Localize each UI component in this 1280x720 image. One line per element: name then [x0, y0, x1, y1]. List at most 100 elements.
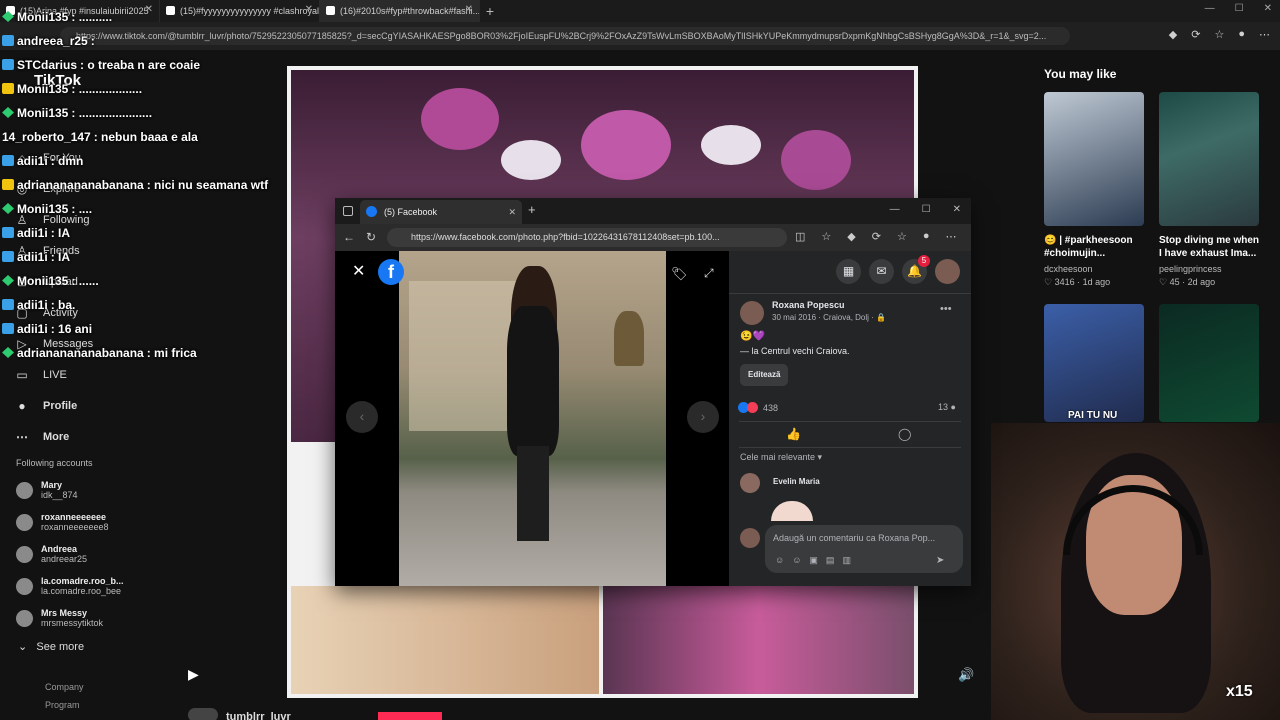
avatar[interactable] — [740, 301, 764, 325]
chevron-down-icon: ⌄ — [18, 641, 28, 653]
profile-icon[interactable]: ● — [923, 230, 930, 243]
card-author: dcxheesoon — [1044, 264, 1093, 274]
close-window-icon[interactable]: ✕ — [1264, 3, 1272, 14]
avatar — [188, 708, 218, 720]
back-icon[interactable]: ← — [343, 230, 355, 244]
minimize-icon[interactable]: — — [890, 204, 900, 215]
sidebar-item-profile[interactable]: ● Profile — [14, 390, 93, 421]
avatar-sticker-icon[interactable]: ☺ — [775, 555, 784, 566]
chat-username: adriananananabanana — [17, 346, 144, 360]
close-icon[interactable]: ✕ — [305, 4, 313, 15]
puzzle-icon[interactable]: ⟳ — [872, 230, 881, 243]
favorites-icon[interactable]: ☆ — [1214, 28, 1224, 41]
recommended-card[interactable] — [1159, 304, 1259, 422]
card-age: 2d ago — [1187, 277, 1216, 287]
post-options-icon[interactable]: ••• — [940, 303, 952, 315]
comment-bubble-icon: ● — [950, 402, 956, 412]
composer-tools: ☺ ☺ ▣ ▤ ▥ — [775, 555, 851, 566]
volume-icon[interactable]: 🔊 — [958, 667, 974, 683]
maximize-icon[interactable]: ☐ — [1235, 3, 1244, 14]
browser-tab-active[interactable]: (16)#2010s#fyp#throwback#fashi... ✕ — [320, 0, 480, 22]
comment-count[interactable]: 13 ● — [938, 402, 956, 412]
fb-browser-tab[interactable]: (5) Facebook ✕ — [360, 200, 522, 224]
footer-link-company[interactable]: Company — [45, 682, 84, 692]
sidebar-item-live[interactable]: ▭ LIVE — [14, 359, 93, 390]
mural-shape — [409, 281, 519, 431]
gif-icon[interactable]: ▤ — [826, 555, 835, 566]
camera-icon[interactable]: ▣ — [809, 555, 818, 566]
sidebar-item-more[interactable]: ⋯ More — [14, 421, 93, 452]
favorites-icon[interactable]: ☆ — [897, 230, 907, 243]
account-handle: andreear25 — [41, 554, 88, 564]
recommended-card[interactable] — [1044, 304, 1144, 422]
account-avatar[interactable] — [935, 259, 960, 284]
send-icon[interactable]: ➤ — [936, 555, 944, 566]
chat-badge-icon — [2, 299, 14, 310]
tag-icon[interactable]: 🏷 — [671, 266, 688, 282]
url-field[interactable]: https://www.tiktok.com/@tumblrr_luvr/pho… — [60, 27, 1070, 45]
following-account[interactable]: la.comadre.roo_b... la.comadre.roo_bee — [16, 576, 124, 596]
reload-icon[interactable]: ↻ — [366, 230, 376, 244]
favorite-icon[interactable]: ☆ — [821, 230, 831, 243]
puzzle-icon[interactable]: ⟳ — [1191, 28, 1200, 41]
following-account[interactable]: Mary idk__874 — [16, 480, 78, 500]
profile-icon[interactable]: ● — [1238, 28, 1245, 41]
poster-name[interactable]: Roxana Popescu — [772, 300, 845, 310]
facebook-logo[interactable]: f — [378, 259, 404, 285]
chat-text: : .... — [71, 202, 93, 216]
footer-link-program[interactable]: Program — [45, 700, 80, 710]
following-account[interactable]: Mrs Messy mrsmessytiktok — [16, 608, 103, 628]
following-account[interactable]: Andreea andreear25 — [16, 544, 87, 564]
extension-icon[interactable]: ◆ — [1169, 28, 1177, 41]
next-photo-button[interactable]: › — [687, 401, 719, 433]
close-window-icon[interactable]: ✕ — [953, 204, 961, 215]
maximize-icon[interactable]: ☐ — [922, 204, 931, 215]
close-icon[interactable]: ✕ — [508, 200, 516, 224]
chat-text: : IA — [50, 250, 71, 264]
chat-username: Monii135 — [17, 202, 69, 216]
menu-grid-icon[interactable]: ▦ — [836, 259, 861, 284]
sticker-icon[interactable]: ▥ — [842, 555, 851, 566]
previous-photo-button[interactable]: ‹ — [346, 401, 378, 433]
chat-message: adii1i: dmn — [2, 154, 83, 168]
emoji-icon[interactable]: ☺ — [792, 555, 801, 566]
messenger-icon[interactable]: ✉ — [869, 259, 894, 284]
browser-tab[interactable]: (15)#fyyyyyyyyyyyyyyy #clashroyale ✕ — [160, 0, 320, 22]
browser-tabbar: (15)Arina #fyp #insulaiubirii2025 ✕ (15)#… — [0, 0, 1280, 22]
following-account[interactable]: roxanneeeeeee roxanneeeeeee8 — [16, 512, 109, 532]
chat-text: : — [90, 34, 95, 48]
recommended-card[interactable]: 😊 | #parkheesoon #choimujin... dcxheesoo… — [1044, 92, 1144, 288]
new-tab-button[interactable]: + — [528, 202, 536, 217]
tab-actions-icon[interactable] — [343, 206, 353, 216]
fb-url-field[interactable]: https://www.facebook.com/photo.php?fbid=… — [387, 228, 787, 247]
play-icon[interactable]: ▶ — [188, 666, 199, 683]
see-more-button[interactable]: ⌄ See more — [18, 640, 84, 653]
close-icon[interactable]: ✕ — [145, 4, 153, 15]
chat-badge-icon — [2, 227, 14, 238]
reactions-summary[interactable]: 438 — [738, 402, 778, 413]
close-viewer-icon[interactable]: ✕ — [352, 261, 365, 281]
comment-icon[interactable]: ◯ — [898, 427, 911, 441]
avatar[interactable] — [740, 473, 760, 493]
recommended-card[interactable]: Stop diving me when I have exhaust Ima..… — [1159, 92, 1259, 288]
rose-shape — [581, 110, 671, 180]
minimize-icon[interactable]: — — [1205, 3, 1215, 14]
edit-button[interactable]: Editează — [740, 364, 789, 386]
account-name: roxanneeeeeee — [41, 512, 107, 522]
close-icon[interactable]: ✕ — [465, 4, 473, 15]
expand-icon[interactable]: ⤢ — [704, 266, 714, 281]
post-author[interactable]: tumblrr_luvr — [188, 708, 291, 720]
split-screen-icon[interactable]: ◫ — [795, 230, 805, 243]
following-accounts-heading: Following accounts — [16, 458, 93, 468]
notifications-icon[interactable]: 🔔 5 — [902, 255, 930, 284]
menu-icon[interactable]: ⋯ — [1259, 28, 1270, 41]
comment-sort-dropdown[interactable]: Cele mai relevante ▾ — [740, 452, 822, 463]
extension-icon[interactable]: ◆ — [847, 230, 855, 243]
commenter-name[interactable]: Evelin Maria — [773, 477, 820, 486]
new-tab-button[interactable]: + — [480, 3, 500, 19]
chat-text: : ...... — [71, 274, 99, 288]
nav-label: Profile — [43, 399, 78, 412]
follow-button[interactable] — [378, 712, 442, 720]
menu-icon[interactable]: ⋯ — [946, 230, 957, 243]
like-icon[interactable]: 👍 — [786, 427, 801, 441]
